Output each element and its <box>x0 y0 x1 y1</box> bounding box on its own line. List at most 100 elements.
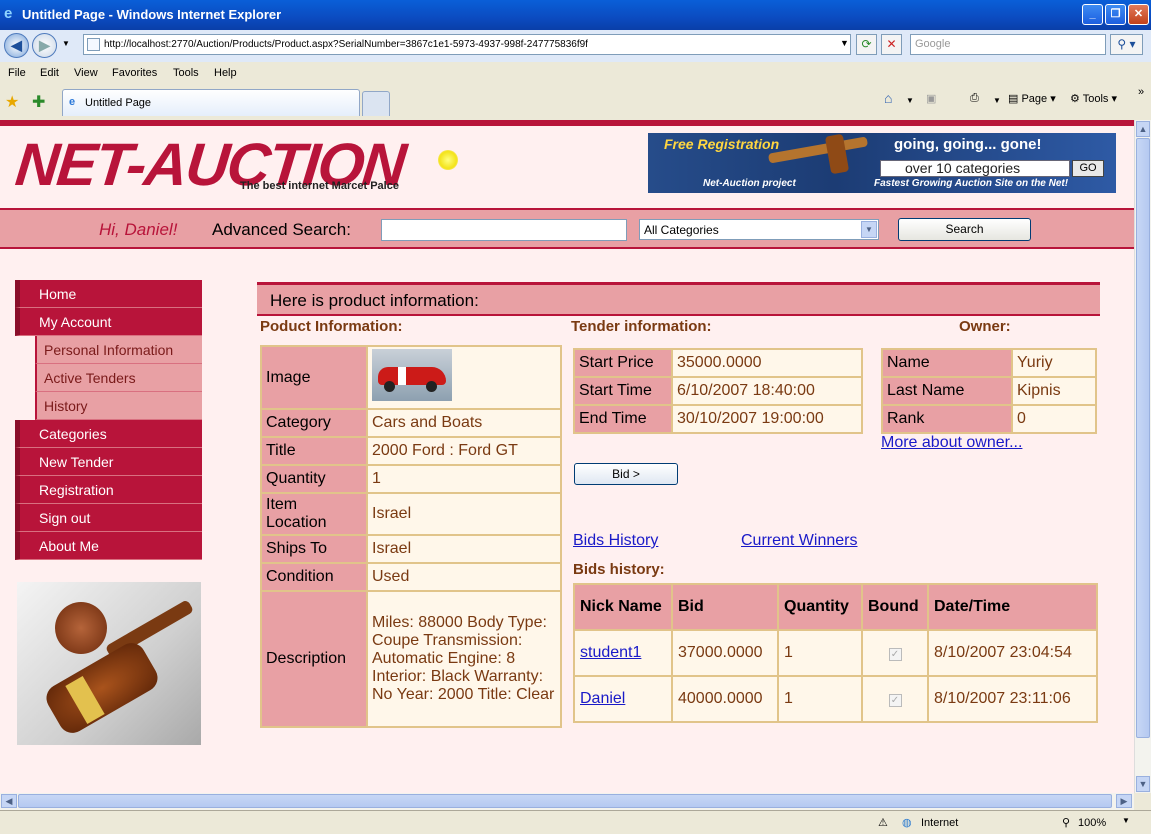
greeting: Hi, Daniel! <box>99 220 178 239</box>
print-dropdown-icon[interactable]: ▼ <box>993 96 1001 105</box>
back-button[interactable]: ◀ <box>4 33 29 58</box>
condition-label: Condition <box>262 564 366 590</box>
tools-menu[interactable]: ⚙ Tools ▾ <box>1070 92 1117 105</box>
menu-file[interactable]: File <box>8 67 26 79</box>
bids-history-link[interactable]: Bids History <box>573 532 658 550</box>
category-select[interactable]: All Categories ▼ <box>639 219 879 240</box>
chevron-down-icon[interactable]: ▼ <box>861 221 877 238</box>
product-section-title: Poduct Information: <box>260 318 403 335</box>
nav-personal-information[interactable]: Personal Information <box>35 336 202 364</box>
address-dropdown-icon[interactable]: ▼ <box>834 34 855 55</box>
zoom-dropdown-icon[interactable]: ▼ <box>1122 816 1130 825</box>
owner-rank-label: Rank <box>883 406 1011 432</box>
vertical-scroll-thumb[interactable] <box>1136 138 1150 738</box>
ships-to-value: Israel <box>368 536 560 562</box>
vertical-scrollbar[interactable]: ▲ ▼ <box>1134 120 1151 793</box>
nav-home[interactable]: Home <box>15 280 202 308</box>
horizontal-scroll-thumb[interactable] <box>18 794 1112 808</box>
category-label: Category <box>262 410 366 436</box>
history-dropdown-icon[interactable]: ▼ <box>62 39 70 48</box>
more-about-owner-link[interactable]: More about owner... <box>881 434 1022 452</box>
nav-sign-out[interactable]: Sign out <box>15 504 202 532</box>
menu-favorites[interactable]: Favorites <box>112 67 157 79</box>
home-icon[interactable]: ⌂ <box>884 90 892 106</box>
owner-name-value: Yuriy <box>1013 350 1095 376</box>
scroll-right-icon[interactable]: ▶ <box>1116 794 1132 808</box>
favorites-star-icon[interactable]: ★ <box>5 92 19 112</box>
nav-history[interactable]: History <box>35 392 202 420</box>
address-toolbar: ◀ ▶ ▼ http://localhost:2770/Auction/Prod… <box>0 30 1151 62</box>
gavel-head <box>41 637 163 739</box>
search-go-icon[interactable]: ⚲ ▾ <box>1110 34 1143 55</box>
current-winners-link[interactable]: Current Winners <box>741 532 857 550</box>
bid-button[interactable]: Bid > <box>574 463 678 485</box>
tab-label: Untitled Page <box>85 97 152 109</box>
page-icon <box>87 38 100 51</box>
promo-banner[interactable]: Free Registration going, going... gone! … <box>648 133 1116 193</box>
gavel-image <box>17 582 201 745</box>
chevron-more-icon[interactable]: » <box>1138 86 1144 98</box>
nav-registration[interactable]: Registration <box>15 476 202 504</box>
table-row: Rank 0 <box>883 406 1095 432</box>
menu-view[interactable]: View <box>74 67 98 79</box>
close-button[interactable]: ✕ <box>1128 4 1149 25</box>
scroll-left-icon[interactable]: ◀ <box>1 794 17 808</box>
maximize-button[interactable]: ❐ <box>1105 4 1126 25</box>
item-location-value: Israel <box>368 494 560 534</box>
nav-categories[interactable]: Categories <box>15 420 202 448</box>
bid-date: 8/10/2007 23:11:06 <box>929 677 1096 721</box>
zoom-icon[interactable]: ⚲ <box>1062 816 1070 829</box>
menu-edit[interactable]: Edit <box>40 67 59 79</box>
site-search-input[interactable] <box>381 219 627 241</box>
top-accent-line <box>0 120 1134 126</box>
forward-button[interactable]: ▶ <box>32 33 57 58</box>
minimize-button[interactable]: _ <box>1082 4 1103 25</box>
product-image-cell <box>368 347 560 408</box>
nav-about-me[interactable]: About Me <box>15 532 202 560</box>
tender-table: Start Price 35000.0000 Start Time 6/10/200… <box>573 348 863 434</box>
bidder-link[interactable]: student1 <box>580 644 641 661</box>
product-car-image[interactable] <box>372 349 452 401</box>
menu-help[interactable]: Help <box>214 67 237 79</box>
banner-go-button: GO <box>1072 160 1104 177</box>
print-icon[interactable]: ⎙ <box>970 92 979 105</box>
bidder-link[interactable]: Daniel <box>580 690 625 707</box>
window-titlebar: e Untitled Page - Windows Internet Explo… <box>0 0 1151 30</box>
quantity-value: 1 <box>368 466 560 492</box>
new-tab-button[interactable] <box>362 91 390 116</box>
col-bid: Bid <box>673 585 777 629</box>
table-row: Daniel 40000.0000 1 ✓ 8/10/2007 23:11:06 <box>575 677 1096 721</box>
horizontal-scrollbar[interactable]: ◀ ▶ <box>0 793 1134 810</box>
logo-sun-icon <box>438 150 458 170</box>
owner-rank-value: 0 <box>1013 406 1095 432</box>
nav-new-tender[interactable]: New Tender <box>15 448 202 476</box>
feeds-icon[interactable]: ▣ <box>926 92 936 105</box>
nav-active-tenders[interactable]: Active Tenders <box>35 364 202 392</box>
nav-my-account[interactable]: My Account <box>15 308 202 336</box>
col-quantity: Quantity <box>779 585 861 629</box>
table-row: Condition Used <box>262 564 560 590</box>
address-url: http://localhost:2770/Auction/Products/P… <box>104 39 588 50</box>
banner-categories-select: over 10 categories <box>880 160 1070 177</box>
search-input[interactable]: Google <box>910 34 1106 55</box>
scroll-up-icon[interactable]: ▲ <box>1136 121 1150 137</box>
add-favorite-icon[interactable]: ✚ <box>32 92 45 112</box>
security-icon[interactable]: ⚠ <box>878 816 888 829</box>
zoom-level[interactable]: 100% <box>1078 817 1106 829</box>
page-menu[interactable]: ▤ Page ▾ <box>1008 92 1056 105</box>
description-label: Description <box>262 592 366 726</box>
stop-icon[interactable]: ✕ <box>881 34 902 55</box>
site-tagline: The best internet Marcet Palce <box>240 180 399 192</box>
search-bar: Hi, Daniel! Advanced Search: All Categor… <box>0 208 1134 249</box>
search-button[interactable]: Search <box>898 218 1031 241</box>
scroll-down-icon[interactable]: ▼ <box>1136 776 1150 792</box>
address-field[interactable]: http://localhost:2770/Auction/Products/P… <box>83 34 851 55</box>
bid-bound-cell: ✓ <box>863 677 927 721</box>
tab-untitled-page[interactable]: e Untitled Page <box>62 89 360 116</box>
home-dropdown-icon[interactable]: ▼ <box>906 96 914 105</box>
status-bar: ⚠ ◍ Internet ⚲ 100% ▼ <box>0 810 1151 834</box>
refresh-icon[interactable]: ⟳ <box>856 34 877 55</box>
banner-project: Net-Auction project <box>703 178 796 189</box>
menu-tools[interactable]: Tools <box>173 67 199 79</box>
bids-history-title: Bids history: <box>573 561 665 578</box>
